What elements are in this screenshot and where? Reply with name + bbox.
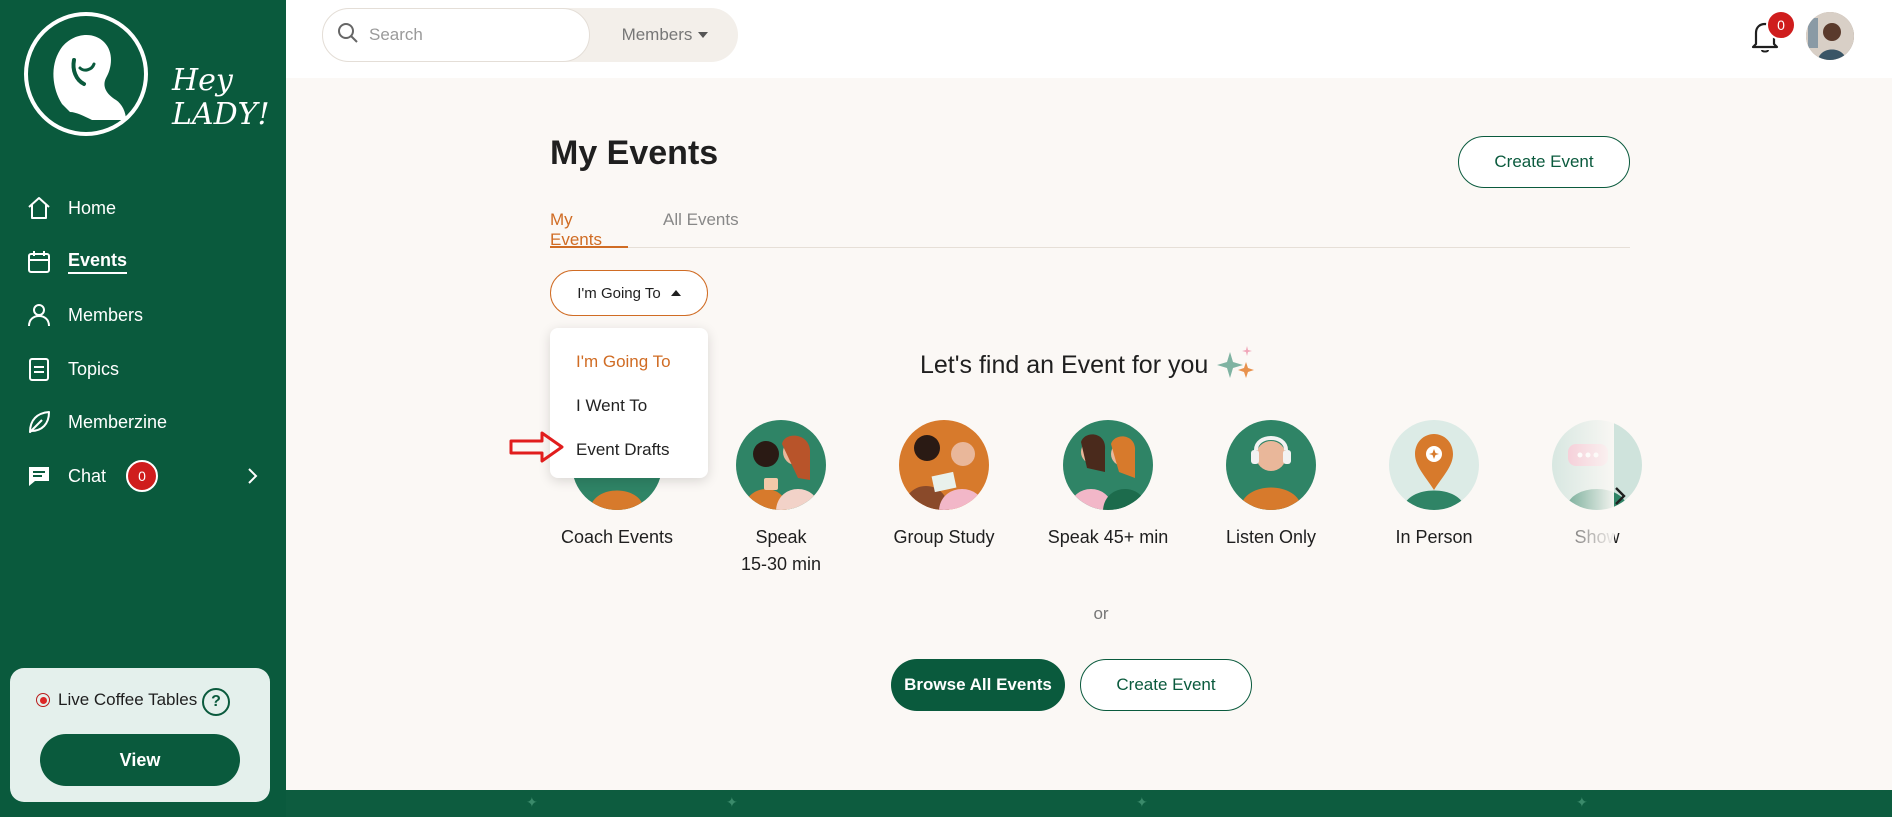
page-title: My Events — [550, 134, 719, 172]
group-study-illustration-icon — [899, 420, 989, 510]
sidebar-item-memberzine[interactable]: Memberzine — [24, 404, 274, 440]
category-label: Listen Only — [1225, 527, 1317, 547]
sidebar-item-events[interactable]: Events — [24, 244, 274, 280]
star-decoration-icon: ✦ — [526, 794, 538, 810]
sparkle-icon — [1216, 344, 1258, 387]
category-label: Speak 45+ min — [1047, 527, 1169, 547]
sidebar-item-label: Topics — [68, 358, 120, 379]
calendar-icon — [24, 247, 54, 277]
logo-wordmark: Hey LADY! — [172, 63, 270, 132]
browse-all-events-button[interactable]: Browse All Events — [891, 659, 1065, 711]
tab-my-events[interactable]: My Events — [550, 206, 628, 249]
create-event-secondary-button[interactable]: Create Event — [1080, 659, 1252, 711]
create-event-button[interactable]: Create Event — [1458, 136, 1630, 188]
help-icon[interactable]: ? — [202, 688, 230, 716]
star-decoration-icon: ✦ — [726, 794, 738, 810]
find-event-heading: Let's find an Event for you — [920, 344, 1258, 387]
search-input[interactable] — [369, 25, 569, 45]
event-filter-dropdown[interactable]: I'm Going To — [550, 270, 708, 316]
search-bar: Members — [322, 8, 738, 62]
hey-lady-logo[interactable]: Hey LADY! — [22, 8, 270, 138]
notification-count-badge: 0 — [1766, 10, 1796, 40]
category-label: Group Study — [893, 527, 995, 547]
category-label: In Person — [1395, 527, 1473, 547]
search-icon — [337, 22, 359, 49]
home-icon — [24, 193, 54, 223]
sidebar-item-label: Members — [68, 304, 144, 325]
category-label: Coach Events — [560, 527, 674, 547]
sidebar-item-label: Home — [68, 197, 117, 218]
chevron-right-icon[interactable] — [1606, 482, 1634, 510]
event-tabs: My Events All Events — [550, 206, 1630, 249]
menu-item-going-to[interactable]: I'm Going To — [576, 352, 671, 372]
caret-up-icon — [670, 290, 681, 296]
search-scope-dropdown[interactable]: Members — [592, 8, 738, 62]
search-box[interactable] — [322, 8, 590, 62]
tab-all-events[interactable]: All Events — [663, 206, 743, 248]
in-person-illustration-icon — [1389, 420, 1479, 510]
avatar[interactable] — [1806, 12, 1854, 60]
or-divider: or — [1093, 604, 1109, 623]
chat-unread-badge: 0 — [126, 460, 159, 492]
category-speak-45[interactable]: Speak 45+ min — [1033, 420, 1183, 551]
star-decoration-icon: ✦ — [1576, 794, 1588, 810]
category-label: Speak 15-30 min — [740, 527, 822, 574]
sidebar-item-topics[interactable]: Topics — [24, 351, 274, 387]
carousel-fade — [1544, 414, 1614, 576]
sidebar-item-label: Chat — [68, 465, 107, 486]
document-icon — [24, 354, 54, 384]
view-coffee-tables-button[interactable]: View — [40, 734, 240, 786]
listen-only-illustration-icon — [1226, 420, 1316, 510]
sidebar-item-home[interactable]: Home — [24, 190, 274, 226]
sidebar: Hey LADY! Home Events Members Topics Mem… — [0, 0, 286, 817]
sidebar-item-chat[interactable]: Chat 0 — [24, 458, 274, 494]
top-header: Members 0 — [286, 0, 1892, 78]
sidebar-item-label: Memberzine — [68, 411, 168, 432]
category-speak-15-30[interactable]: Speak 15-30 min — [706, 420, 856, 578]
category-listen-only[interactable]: Listen Only — [1196, 420, 1346, 551]
logo-silhouette-icon — [24, 12, 148, 136]
menu-item-went-to[interactable]: I Went To — [576, 396, 647, 416]
leaf-icon — [24, 407, 54, 437]
live-coffee-tables-card: Live Coffee Tables ? View — [10, 668, 270, 802]
sidebar-item-members[interactable]: Members — [24, 297, 274, 333]
category-group-study[interactable]: Group Study — [869, 420, 1019, 551]
live-indicator-icon — [36, 693, 50, 707]
menu-item-event-drafts[interactable]: Event Drafts — [576, 440, 670, 460]
annotation-arrow-icon — [508, 429, 566, 470]
main-content: My Events Create Event My Events All Eve… — [286, 78, 1892, 790]
speak-long-illustration-icon — [1063, 420, 1153, 510]
caret-down-icon — [698, 32, 709, 38]
chat-icon — [24, 461, 54, 491]
event-filter-menu: I'm Going To I Went To Event Drafts — [550, 328, 708, 478]
footer-band: ✦ ✦ ✦ ✦ — [286, 790, 1892, 817]
chevron-right-icon[interactable] — [242, 464, 262, 493]
star-decoration-icon: ✦ — [1136, 794, 1148, 810]
user-icon — [24, 300, 54, 330]
category-in-person[interactable]: In Person — [1359, 420, 1509, 551]
sidebar-item-label: Events — [68, 250, 128, 274]
live-coffee-tables-title: Live Coffee Tables — [36, 690, 197, 710]
speak-short-illustration-icon — [736, 420, 826, 510]
